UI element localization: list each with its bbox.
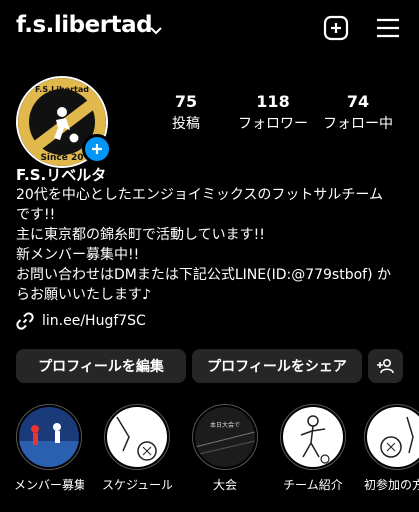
following-label: フォロー中 xyxy=(323,116,393,132)
followers-stat[interactable]: 118 フォロワー xyxy=(232,92,314,133)
link-icon xyxy=(16,312,34,330)
bio-line: 主に東京都の錦糸町で活動しています!! xyxy=(16,227,265,243)
highlight-item[interactable]: チーム紹介 xyxy=(278,404,348,493)
menu-button[interactable] xyxy=(374,14,402,42)
add-person-icon xyxy=(376,358,394,374)
bio: 20代を中心としたエンジョイミックスのフットサルチーム です!! 主に東京都の錦… xyxy=(16,185,408,305)
followers-count: 118 xyxy=(256,92,290,111)
discover-people-button[interactable] xyxy=(368,349,403,383)
highlight-thumb xyxy=(367,407,419,467)
bio-line: 新メンバー募集中!! xyxy=(16,247,140,263)
highlight-item[interactable]: 本日大会で 大会 xyxy=(190,404,260,493)
highlight-label: 大会 xyxy=(212,478,237,492)
bio-line: 20代を中心としたエンジョイミックスのフットサルチーム xyxy=(16,187,383,203)
hamburger-menu-icon xyxy=(377,18,399,38)
add-story-button[interactable] xyxy=(82,134,112,164)
highlight-thumb xyxy=(19,407,79,467)
posts-label: 投稿 xyxy=(172,116,200,132)
edit-profile-button[interactable]: プロフィールを編集 xyxy=(16,349,186,383)
bio-line: お問い合わせはDMまたは下記公式LINE(ID:@779stbof) か xyxy=(16,267,391,283)
highlight-thumb xyxy=(283,407,343,467)
highlight-label: メンバー募集 xyxy=(14,478,84,492)
chevron-down-icon[interactable] xyxy=(150,20,162,39)
posts-stat[interactable]: 75 投稿 xyxy=(158,92,214,133)
highlight-thumb xyxy=(107,407,167,467)
plus-square-icon xyxy=(323,15,349,41)
profile-link[interactable]: lin.ee/Hugf7SC xyxy=(16,312,146,330)
top-bar: f.s.libertad xyxy=(0,0,419,56)
avatar-text-top: F.S.Libertad xyxy=(35,85,89,94)
highlight-label: 初参加の方 xyxy=(364,478,419,492)
bio-line: らお願いいたします♪ xyxy=(16,287,151,303)
create-post-button[interactable] xyxy=(322,14,350,42)
username-title[interactable]: f.s.libertad xyxy=(16,12,153,38)
bio-line: です!! xyxy=(16,207,56,223)
highlight-item[interactable]: 初参加の方 xyxy=(364,404,419,493)
posts-count: 75 xyxy=(174,92,198,111)
highlight-thumb-text: 本日大会で xyxy=(210,421,240,429)
following-count: 74 xyxy=(346,92,370,111)
highlight-label: チーム紹介 xyxy=(283,478,343,492)
display-name: F.S.リベルタ xyxy=(16,166,107,184)
avatar-text-bottom: Since 20 xyxy=(40,153,83,163)
highlight-item[interactable]: メンバー募集 xyxy=(14,404,84,493)
highlight-label: スケジュール xyxy=(102,478,172,492)
plus-icon xyxy=(92,144,102,154)
share-profile-button[interactable]: プロフィールをシェア xyxy=(192,349,362,383)
highlight-thumb: 本日大会で xyxy=(195,407,255,467)
profile-link-text[interactable]: lin.ee/Hugf7SC xyxy=(42,313,146,329)
followers-label: フォロワー xyxy=(238,116,308,132)
highlight-item[interactable]: スケジュール xyxy=(102,404,172,493)
following-stat[interactable]: 74 フォロー中 xyxy=(320,92,396,133)
